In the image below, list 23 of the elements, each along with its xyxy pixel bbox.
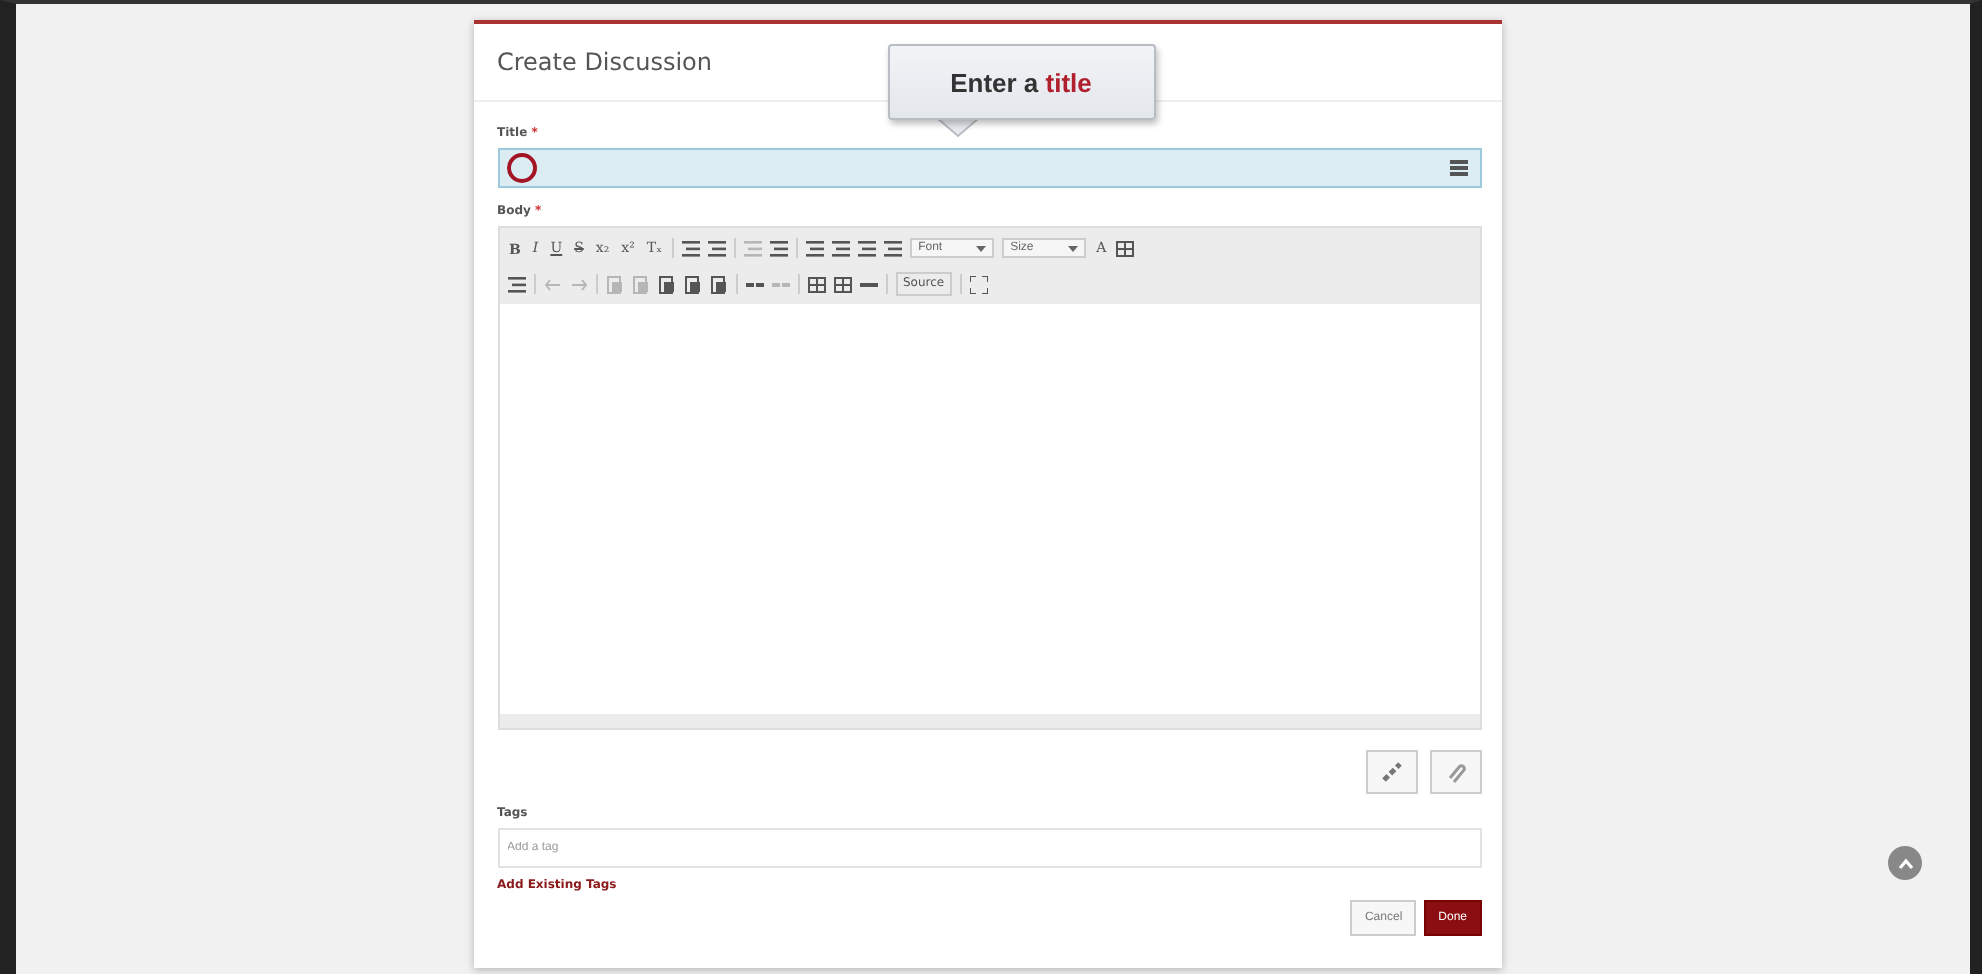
- paste-icon[interactable]: [657, 275, 675, 293]
- paperclip-icon: [1443, 760, 1467, 784]
- numbered-list-icon[interactable]: [682, 239, 701, 257]
- tooltip-text: Enter a title: [950, 67, 1092, 97]
- paste-icon[interactable]: [709, 275, 727, 293]
- table-icon[interactable]: [833, 275, 851, 293]
- scroll-to-top-button[interactable]: [1888, 846, 1922, 880]
- align-icon[interactable]: [884, 239, 903, 257]
- align-icon[interactable]: [806, 239, 825, 257]
- paste-icon[interactable]: [683, 275, 701, 293]
- attach-file-button[interactable]: [1429, 750, 1481, 794]
- indent-icon[interactable]: [770, 239, 789, 257]
- align-icon[interactable]: [832, 239, 851, 257]
- chevron-up-icon: [1897, 857, 1913, 869]
- align-icon[interactable]: [858, 239, 877, 257]
- insert-link-button[interactable]: [1365, 750, 1417, 794]
- list-icon: [1449, 160, 1467, 176]
- maximize-icon[interactable]: [970, 275, 989, 293]
- caret-icon: [1068, 245, 1079, 251]
- caret-icon: [976, 245, 987, 251]
- title-field[interactable]: [497, 148, 1481, 188]
- bullet-list-icon[interactable]: [708, 239, 727, 257]
- dialog-title: Create Discussion: [497, 48, 713, 76]
